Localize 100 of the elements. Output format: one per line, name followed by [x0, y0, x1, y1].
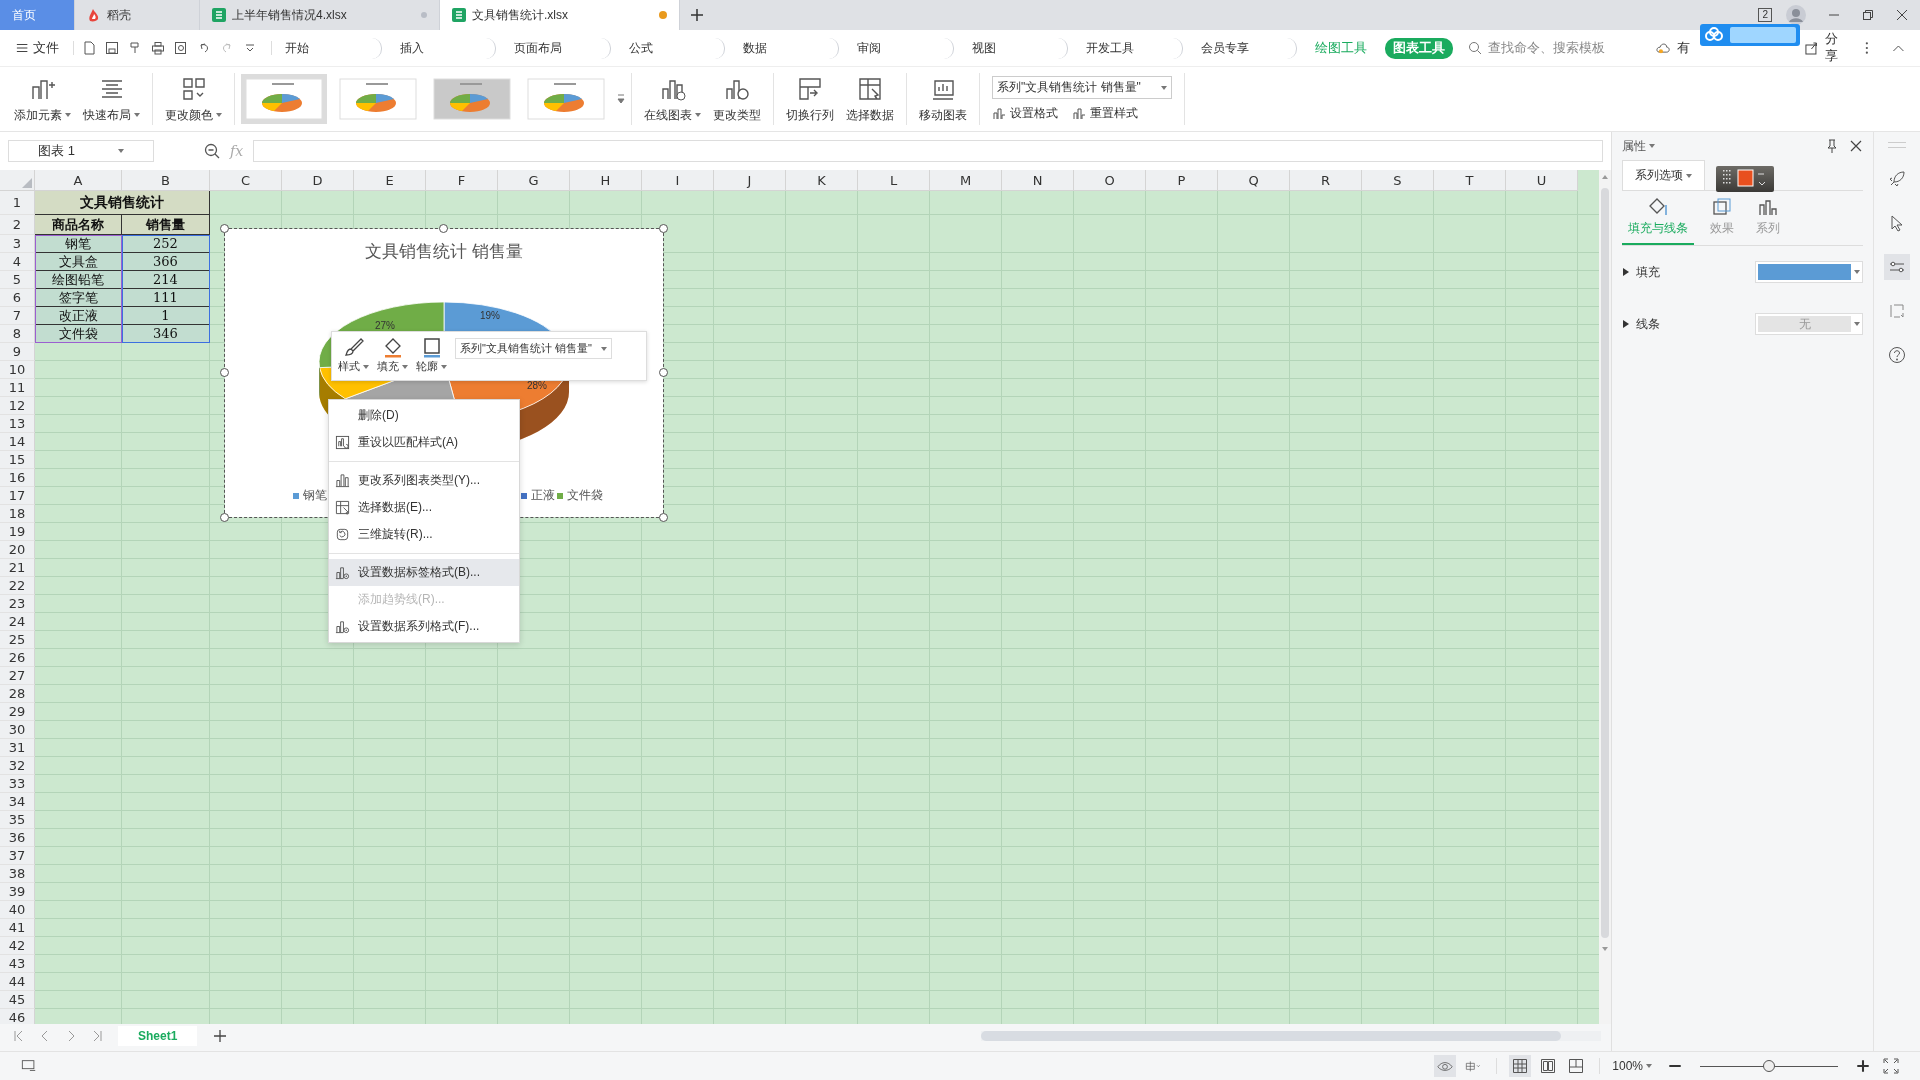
row-header[interactable]: 4 [0, 253, 35, 271]
row-header[interactable]: 6 [0, 289, 35, 307]
ribbon-tab[interactable]: 会员专享 [1192, 37, 1298, 59]
row-header[interactable]: 44 [0, 973, 35, 991]
column-header[interactable]: D [282, 170, 354, 191]
name-box[interactable]: 图表 1 [8, 140, 154, 162]
avatar-icon[interactable] [1786, 5, 1806, 25]
close-icon[interactable] [1896, 9, 1908, 21]
ribbon-tab[interactable]: 数据 [734, 37, 840, 59]
menu-item[interactable]: 三维旋转(R)... [329, 521, 519, 548]
column-header[interactable]: O [1074, 170, 1146, 191]
menu-item[interactable]: 更改系列图表类型(Y)... [329, 467, 519, 494]
row-header[interactable]: 10 [0, 361, 35, 379]
row-header[interactable]: 37 [0, 847, 35, 865]
row-header[interactable]: 41 [0, 919, 35, 937]
ribbon-button[interactable]: 移动图表 [913, 74, 973, 124]
column-header[interactable]: E [354, 170, 426, 191]
print-icon[interactable] [151, 41, 166, 55]
column-header[interactable]: K [786, 170, 858, 191]
column-header[interactable]: L [858, 170, 930, 191]
slider-thumb[interactable] [1763, 1060, 1775, 1072]
search-field[interactable]: 查找命令、搜索模板 [1468, 40, 1651, 56]
save-icon[interactable] [105, 41, 120, 55]
row-header[interactable]: 42 [0, 937, 35, 955]
eye-icon[interactable] [1434, 1055, 1457, 1077]
settings-sliders-icon[interactable] [1884, 254, 1910, 280]
column-header[interactable]: J [714, 170, 786, 191]
expand-arrow-icon[interactable] [1622, 267, 1631, 277]
ribbon-button[interactable]: 更改颜色 [159, 74, 228, 124]
row-header[interactable]: 16 [0, 469, 35, 487]
row-header[interactable]: 35 [0, 811, 35, 829]
zoom-level[interactable]: 100% [1612, 1059, 1652, 1073]
scroll-up-icon[interactable] [1601, 174, 1610, 180]
restore-icon[interactable] [1862, 9, 1874, 21]
series-select[interactable]: 系列"文具销售统计 销售量" [992, 76, 1172, 99]
row-header[interactable]: 43 [0, 955, 35, 973]
close-icon[interactable] [1849, 139, 1864, 153]
row-header[interactable]: 25 [0, 631, 35, 649]
row-header[interactable]: 18 [0, 505, 35, 523]
ribbon-button[interactable]: 选择数据 [840, 74, 900, 124]
toolbar-button[interactable]: 样式 [338, 336, 369, 374]
column-header[interactable]: F [426, 170, 498, 191]
scrollbar-thumb[interactable] [1601, 188, 1610, 938]
row-header[interactable]: 20 [0, 541, 35, 559]
formula-field[interactable] [253, 140, 1604, 162]
row-header[interactable]: 26 [0, 649, 35, 667]
column-header[interactable]: B [122, 170, 210, 191]
row-header[interactable]: 11 [0, 379, 35, 397]
column-header[interactable]: N [1002, 170, 1074, 191]
column-header[interactable]: G [498, 170, 570, 191]
ribbon-tab[interactable]: 视图 [963, 37, 1069, 59]
resize-handle[interactable] [220, 513, 229, 522]
row-header[interactable]: 7 [0, 307, 35, 325]
row-header[interactable]: 23 [0, 595, 35, 613]
row-header[interactable]: 33 [0, 775, 35, 793]
resize-handle[interactable] [220, 368, 229, 377]
row-header[interactable]: 29 [0, 703, 35, 721]
ribbon-tab[interactable]: 页面布局 [506, 37, 611, 59]
cloud-status[interactable]: 有 [1676, 39, 1690, 57]
resize-handle[interactable] [659, 224, 668, 233]
last-sheet-icon[interactable] [92, 1030, 102, 1042]
ribbon-tab[interactable]: 开发工具 [1078, 37, 1183, 59]
fill-color-dropdown[interactable] [1755, 261, 1864, 283]
row-header[interactable]: 1 [0, 191, 35, 215]
column-header[interactable]: H [570, 170, 642, 191]
row-header[interactable]: 3 [0, 235, 35, 253]
ribbon-tab[interactable]: 插入 [391, 37, 497, 59]
add-sheet-icon[interactable] [213, 1029, 228, 1043]
new-file-icon[interactable] [82, 41, 97, 55]
column-header[interactable]: M [930, 170, 1002, 191]
row-header[interactable]: 13 [0, 415, 35, 433]
ribbon-button[interactable]: 添加元素 [8, 74, 77, 124]
ribbon-button[interactable]: 切换行列 [780, 74, 840, 124]
more-icon[interactable] [1865, 41, 1870, 55]
close-dot[interactable] [421, 12, 427, 18]
row-header[interactable]: 45 [0, 991, 35, 1009]
menu-icon[interactable] [16, 42, 29, 54]
share-icon[interactable] [1804, 41, 1820, 55]
ribbon-tab[interactable]: 审阅 [849, 37, 954, 59]
print-preview-icon[interactable] [174, 41, 189, 55]
resize-handle[interactable] [439, 224, 448, 233]
panel-title[interactable]: 属性 [1622, 137, 1816, 155]
menu-item[interactable]: 设置数据标签格式(B)... [329, 559, 519, 586]
resize-handle[interactable] [659, 368, 668, 377]
row-header[interactable]: 28 [0, 685, 35, 703]
row-header[interactable]: 14 [0, 433, 35, 451]
vertical-scrollbar[interactable] [1599, 170, 1612, 1024]
row-header[interactable]: 21 [0, 559, 35, 577]
series-select[interactable]: 系列"文具销售统计 销售量" [455, 338, 612, 359]
previous-sheet-icon[interactable] [40, 1030, 50, 1042]
column-header[interactable]: S [1362, 170, 1434, 191]
new-tab-icon[interactable] [690, 8, 704, 22]
row-header[interactable]: 8 [0, 325, 35, 343]
row-header[interactable]: 24 [0, 613, 35, 631]
toolbar-button[interactable]: 填充 [377, 336, 408, 374]
share-button[interactable]: 分享 [1825, 31, 1850, 65]
column-header[interactable]: R [1290, 170, 1362, 191]
file-menu[interactable]: 文件 [28, 39, 74, 57]
ribbon-button[interactable]: 设置格式 [992, 105, 1058, 122]
column-header[interactable]: U [1506, 170, 1578, 191]
